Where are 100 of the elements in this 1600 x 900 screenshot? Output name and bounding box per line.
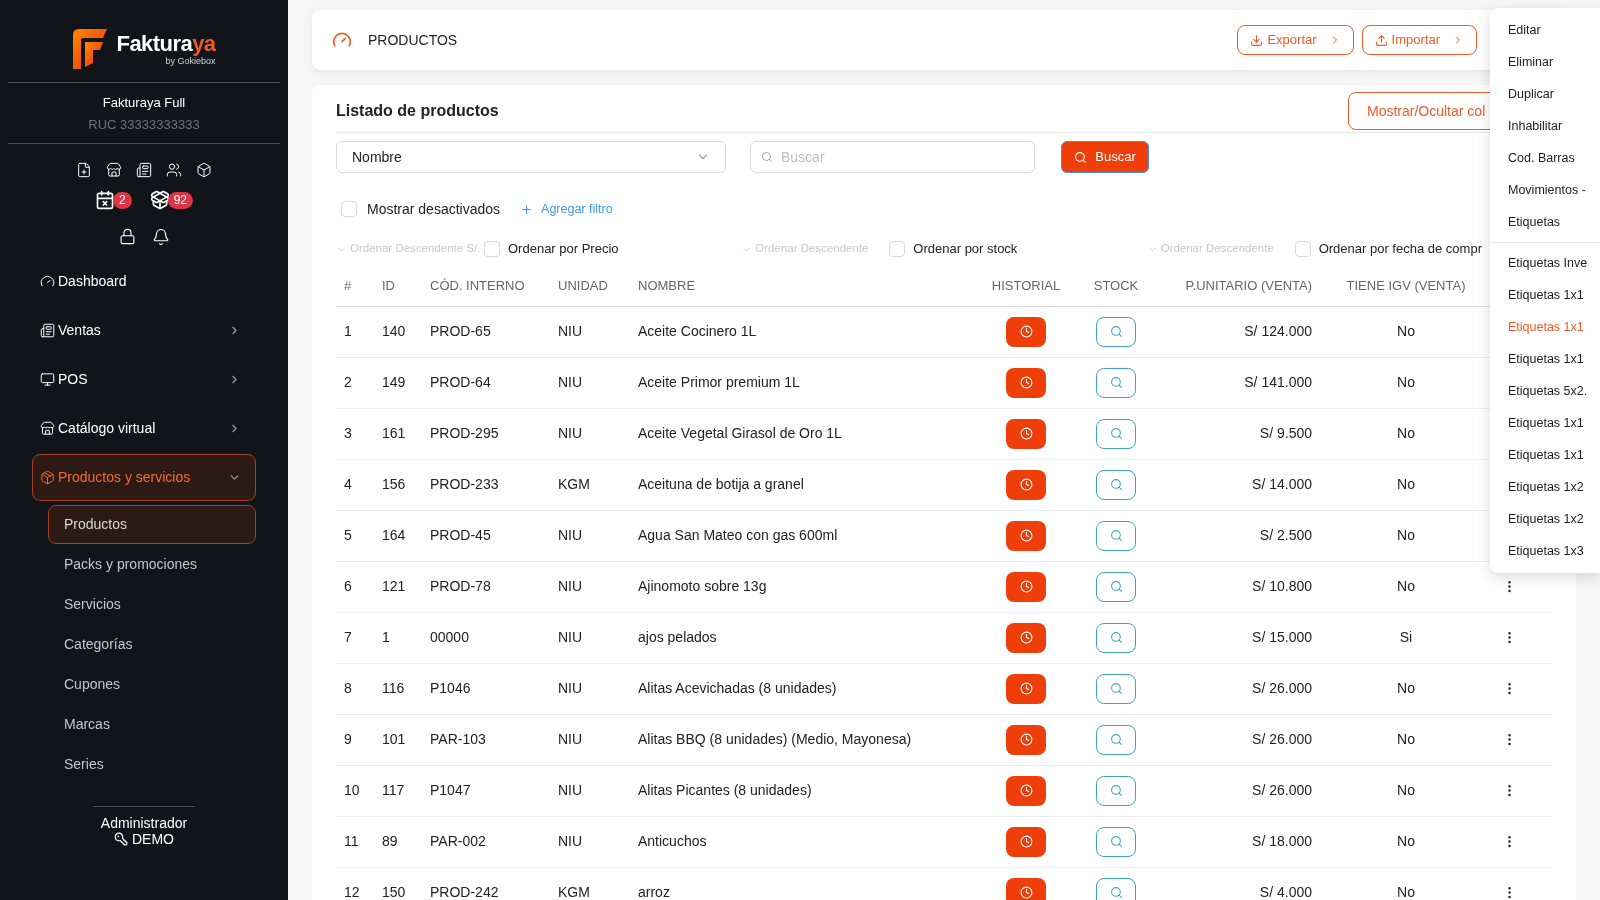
bell-icon[interactable]: [151, 228, 170, 246]
table-cell: Aceite Primor premium 1L: [630, 357, 972, 408]
nav-subitem[interactable]: Series: [48, 745, 256, 784]
history-button[interactable]: [1006, 520, 1046, 551]
count-badge: 92: [167, 191, 193, 209]
nav-subitem[interactable]: Cupones: [48, 665, 256, 704]
table-cell: NIU: [550, 408, 630, 459]
stock-button[interactable]: [1096, 826, 1136, 857]
open-box-icon[interactable]: [149, 190, 170, 210]
stock-button[interactable]: [1096, 316, 1136, 347]
table-cell: arroz: [630, 867, 972, 900]
nav-item[interactable]: Dashboard: [32, 258, 256, 305]
nav-item[interactable]: Productos y servicios: [32, 454, 256, 501]
table-cell: No: [1332, 510, 1472, 561]
menu-item[interactable]: Etiquetas Inve: [1490, 247, 1600, 279]
clock-icon: [1019, 325, 1033, 338]
menu-item[interactable]: Etiquetas 1x2: [1490, 471, 1600, 503]
table-cell: 140: [374, 306, 422, 357]
menu-item[interactable]: Etiquetas 1x1: [1490, 407, 1600, 439]
nav-subitem[interactable]: Productos: [48, 505, 256, 544]
users-icon[interactable]: [166, 162, 182, 178]
history-button[interactable]: [1006, 724, 1046, 755]
stock-button[interactable]: [1096, 877, 1136, 900]
stock-button[interactable]: [1096, 673, 1136, 704]
stock-button[interactable]: [1096, 775, 1136, 806]
table-cell: 10: [336, 765, 374, 816]
history-button[interactable]: [1006, 367, 1046, 398]
count-badge: 2: [112, 191, 132, 209]
nav-item[interactable]: Ventas: [32, 307, 256, 354]
history-button[interactable]: [1006, 316, 1046, 347]
stock-button[interactable]: [1096, 724, 1136, 755]
menu-item[interactable]: Cod. Barras: [1490, 142, 1600, 174]
store-icon: [40, 421, 55, 436]
company-ruc: RUC 33333333333: [88, 115, 200, 134]
menu-item[interactable]: Etiquetas 5x2.: [1490, 375, 1600, 407]
table-cell: PAR-002: [422, 816, 550, 867]
table-cell: No: [1332, 714, 1472, 765]
menu-item[interactable]: Etiquetas 1x2: [1490, 503, 1600, 535]
page-title: PRODUCTOS: [368, 30, 459, 50]
gauge-icon: [40, 274, 55, 289]
table-cell: KGM: [550, 867, 630, 900]
menu-item[interactable]: Eliminar: [1490, 46, 1600, 78]
search-icon: [1109, 580, 1123, 593]
file-plus-icon[interactable]: [76, 162, 92, 178]
nav-item[interactable]: Catálogo virtual: [32, 405, 256, 452]
search-icon: [1109, 835, 1123, 848]
checkbox-label: Ordenar por fecha de compr: [1318, 240, 1482, 259]
stock-button[interactable]: [1096, 469, 1136, 500]
nav-subitem[interactable]: Marcas: [48, 705, 256, 744]
nav-subitem[interactable]: Categorías: [48, 625, 256, 664]
nav-item[interactable]: POS: [32, 356, 256, 403]
clock-icon: [1019, 733, 1033, 746]
nav-subitem[interactable]: Packs y promociones: [48, 545, 256, 584]
stock-button[interactable]: [1096, 622, 1136, 653]
store-icon[interactable]: [106, 162, 122, 178]
table-cell: Anticuchos: [630, 816, 972, 867]
table-cell: Alitas Acevichadas (8 unidades): [630, 663, 972, 714]
history-button[interactable]: [1006, 622, 1046, 653]
menu-item[interactable]: Etiquetas: [1490, 206, 1600, 238]
menu-item[interactable]: Etiquetas 1x1: [1490, 343, 1600, 375]
search-field[interactable]: Buscar: [750, 141, 1035, 173]
calendar-x-icon[interactable]: [94, 190, 115, 210]
table-cell: 1: [336, 306, 374, 357]
column-header: UNIDAD: [550, 266, 630, 306]
history-button[interactable]: [1006, 418, 1046, 449]
menu-item[interactable]: Etiquetas 1x1: [1490, 439, 1600, 471]
table-cell: Aceituna de botija a granel: [630, 459, 972, 510]
filter-select[interactable]: Nombre: [336, 141, 726, 173]
receipt-icon[interactable]: [136, 162, 152, 178]
receipt-icon: [40, 323, 55, 338]
search-button[interactable]: Buscar: [1061, 141, 1149, 173]
menu-item[interactable]: Movimientos -: [1490, 174, 1600, 206]
column-header: STOCK: [1072, 266, 1152, 306]
history-button[interactable]: [1006, 673, 1046, 704]
checkbox-label: Ordenar por Precio: [508, 240, 619, 259]
search-icon: [761, 151, 773, 163]
box-icon[interactable]: [196, 162, 212, 178]
menu-item[interactable]: Etiquetas 1x1: [1490, 279, 1600, 311]
history-button[interactable]: [1006, 775, 1046, 806]
stock-button[interactable]: [1096, 571, 1136, 602]
table-cell: PROD-295: [422, 408, 550, 459]
history-button[interactable]: [1006, 469, 1046, 500]
table-cell: 2: [336, 357, 374, 408]
table-cell: P1047: [422, 765, 550, 816]
menu-item[interactable]: Editar: [1490, 14, 1600, 46]
table-cell: S/ 124.000: [1152, 306, 1332, 357]
table-cell: NIU: [550, 561, 630, 612]
stock-button[interactable]: [1096, 520, 1136, 551]
stock-button[interactable]: [1096, 367, 1136, 398]
history-button[interactable]: [1006, 826, 1046, 857]
nav-subitem[interactable]: Servicios: [48, 585, 256, 624]
table-cell: PROD-45: [422, 510, 550, 561]
clock-icon: [1019, 631, 1033, 644]
lock-icon[interactable]: [118, 228, 136, 245]
history-button[interactable]: [1006, 571, 1046, 602]
menu-item[interactable]: Etiquetas 1x3: [1490, 535, 1600, 567]
history-button[interactable]: [1006, 877, 1046, 900]
clock-icon: [1019, 427, 1033, 440]
checkbox[interactable]: [341, 201, 357, 217]
stock-button[interactable]: [1096, 418, 1136, 449]
